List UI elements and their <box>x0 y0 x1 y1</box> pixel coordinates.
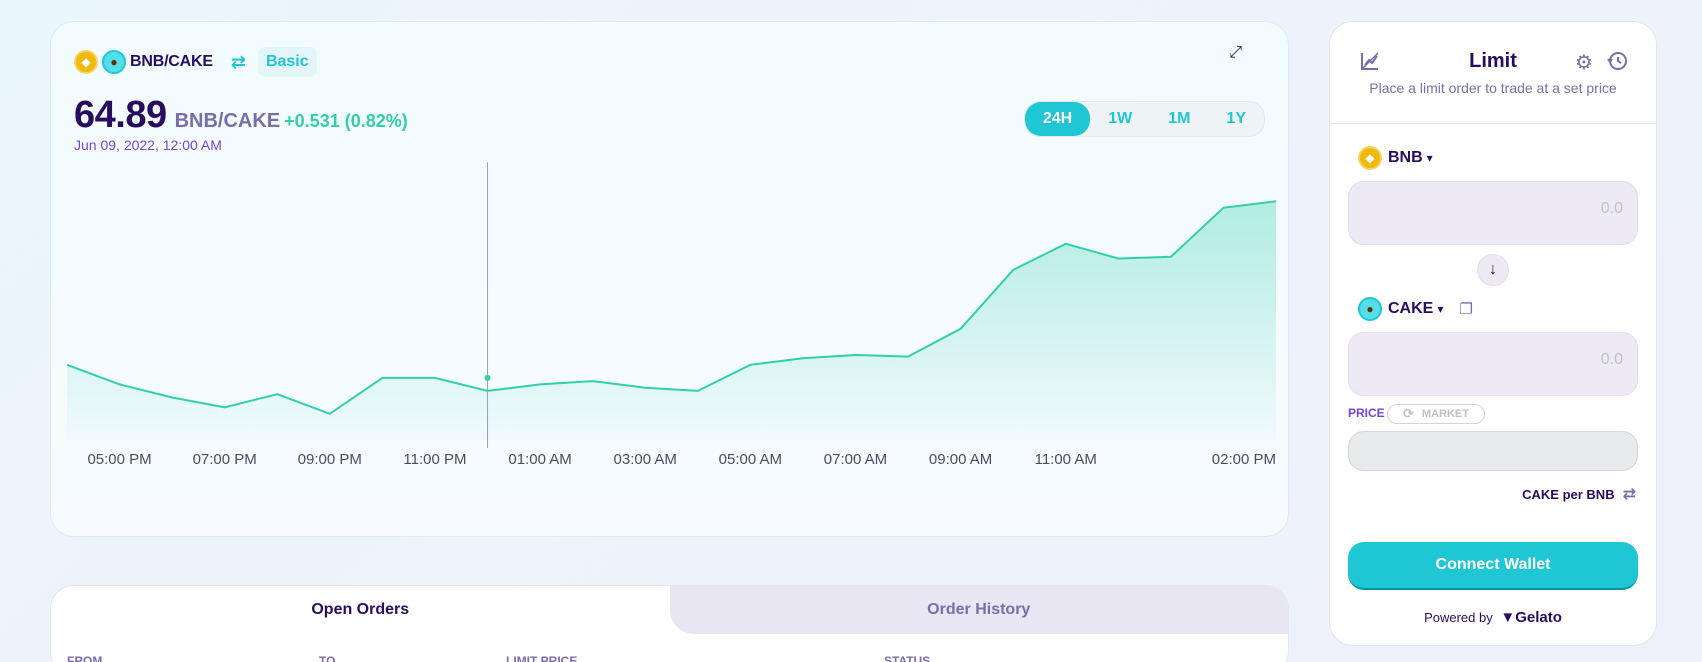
orders-tabs: Open Orders Order History <box>51 586 1288 634</box>
tab-open-orders[interactable]: Open Orders <box>51 586 670 634</box>
history-icon[interactable] <box>1606 50 1628 78</box>
switch-direction-button[interactable]: ↓ <box>1477 254 1509 286</box>
x-tick-label: 11:00 AM <box>1035 451 1097 468</box>
to-amount-value: 0.0 <box>1600 351 1623 368</box>
chart-selected-point <box>484 374 491 381</box>
price-label: PRICE <box>1348 406 1385 420</box>
bnb-coin-icon: ◆ <box>1358 146 1382 170</box>
market-label: MARKET <box>1421 408 1469 420</box>
chevron-down-icon: ▾ <box>1437 302 1444 316</box>
gelato-icon: ▼ <box>1500 609 1516 626</box>
from-token-selector[interactable]: ◆ BNB ▾ <box>1358 146 1433 170</box>
refresh-icon: ⟳ <box>1403 406 1414 421</box>
x-tick-label: 03:00 AM <box>614 451 677 468</box>
x-tick-label: 05:00 AM <box>719 451 782 468</box>
x-tick-label: 07:00 AM <box>824 451 887 468</box>
market-price-button[interactable]: ⟳ MARKET <box>1387 404 1485 424</box>
price-unit-label: CAKE per BNB <box>1522 486 1615 502</box>
limit-header: Limit ⚙ Place a limit order to trade at … <box>1330 22 1656 124</box>
column-from: From <box>67 654 103 662</box>
x-tick-label: 11:00 PM <box>403 451 466 468</box>
swap-units-icon[interactable]: ⇄ <box>1623 484 1636 504</box>
limit-order-panel: Limit ⚙ Place a limit order to trade at … <box>1329 21 1657 646</box>
chart-panel: ◆ ● BNB/CAKE ⇄ Basic ⤢ 64.89 BNB/CAKE +0… <box>50 21 1289 537</box>
to-token-name: CAKE <box>1388 300 1434 317</box>
column-status: Status <box>884 654 931 662</box>
x-tick-label: 02:00 PM <box>1212 451 1276 468</box>
x-tick-label: 05:00 PM <box>87 451 151 468</box>
price-chart[interactable]: 05:00 PM 07:00 PM 09:00 PM 11:00 PM 01:00 AM… <box>51 22 1290 538</box>
x-tick-label: 01:00 AM <box>508 451 571 468</box>
powered-by-label: Powered by <box>1424 610 1493 625</box>
x-tick-label: 07:00 PM <box>193 451 257 468</box>
to-token-selector[interactable]: ● CAKE ▾ ❐ <box>1358 297 1473 321</box>
from-token-name: BNB <box>1388 149 1423 166</box>
gelato-logo: ▼Gelato <box>1500 609 1562 626</box>
from-amount-value: 0.0 <box>1600 200 1623 217</box>
connect-wallet-button[interactable]: Connect Wallet <box>1348 542 1638 590</box>
column-to: To <box>319 654 336 662</box>
limit-price-input[interactable] <box>1348 431 1638 471</box>
tab-order-history[interactable]: Order History <box>669 586 1288 634</box>
x-tick-label: 09:00 AM <box>929 451 992 468</box>
from-amount-input[interactable]: 0.0 <box>1348 181 1638 245</box>
cake-coin-icon: ● <box>1358 297 1382 321</box>
copy-icon[interactable]: ❐ <box>1459 300 1472 318</box>
chart-area-fill <box>67 201 1276 440</box>
limit-subtitle: Place a limit order to trade at a set pr… <box>1369 80 1617 96</box>
to-amount-input[interactable]: 0.0 <box>1348 332 1638 396</box>
orders-table-header: From To Limit Price Status <box>51 634 1288 662</box>
gear-icon[interactable]: ⚙ <box>1575 50 1593 75</box>
x-tick-label: 09:00 PM <box>298 451 362 468</box>
powered-by: Powered by ▼Gelato <box>1330 609 1656 626</box>
gelato-brand: Gelato <box>1515 609 1562 626</box>
column-limit-price: Limit Price <box>506 654 578 662</box>
chevron-down-icon: ▾ <box>1426 151 1433 165</box>
price-unit-toggle[interactable]: CAKE per BNB ⇄ <box>1522 484 1636 504</box>
orders-panel: Open Orders Order History From To Limit … <box>50 585 1289 662</box>
